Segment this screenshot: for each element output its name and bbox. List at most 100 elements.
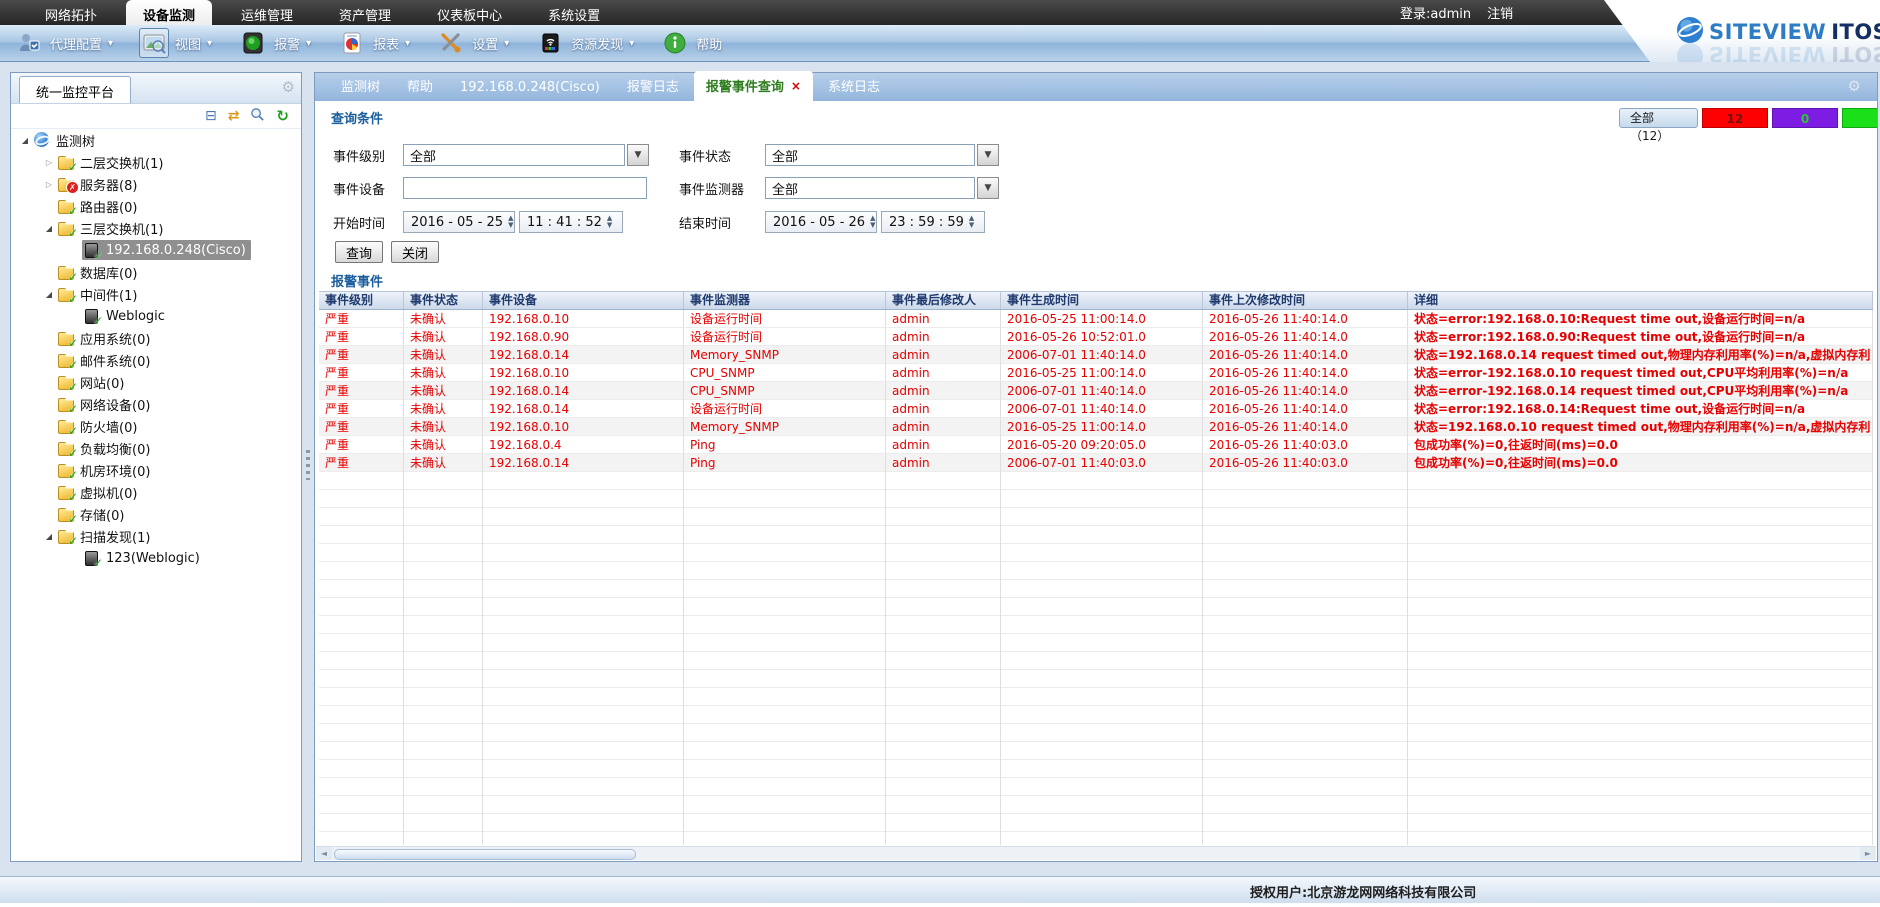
tree-item[interactable]: 应用系统(0) xyxy=(12,327,300,349)
tree-expander-icon[interactable] xyxy=(42,290,56,299)
events-column-header[interactable]: 事件生成时间 xyxy=(1001,292,1203,309)
end-date-spinner[interactable]: 2016 - 05 - 26 ▲▼ xyxy=(765,211,877,233)
report-menu[interactable]: 报表 ▾ xyxy=(337,28,410,58)
spinner-arrows-icon[interactable]: ▲▼ xyxy=(607,215,612,229)
tree-item[interactable]: 网站(0) xyxy=(12,371,300,393)
tree-item[interactable]: 邮件系统(0) xyxy=(12,349,300,371)
tree-expander-icon[interactable] xyxy=(42,158,56,167)
event-row[interactable]: 严重 未确认 192.168.0.14 设备运行时间 admin 2006-07… xyxy=(319,400,1873,418)
tree-expander-icon[interactable] xyxy=(42,224,56,233)
tree-item[interactable]: 路由器(0) xyxy=(12,195,300,217)
tree-item[interactable]: 服务器(8) xyxy=(12,173,300,195)
top-menu-item[interactable]: 仪表板中心 xyxy=(420,0,519,25)
transfer-icon[interactable]: ⇄ xyxy=(228,109,240,123)
collapse-all-icon[interactable]: ⊟ xyxy=(205,109,217,123)
tree-item[interactable]: 机房环境(0) xyxy=(12,459,300,481)
event-row[interactable]: 严重 未确认 192.168.0.10 Memory_SNMP admin 20… xyxy=(319,418,1873,436)
tree-expander-icon[interactable] xyxy=(42,532,56,541)
start-clock-spinner[interactable]: 11 : 41 : 52 ▲▼ xyxy=(519,211,623,233)
tree-expander-icon[interactable] xyxy=(42,180,56,189)
tree-item[interactable]: 123(Weblogic) xyxy=(12,547,300,569)
event-row[interactable]: 严重 未确认 192.168.0.14 Ping admin 2006-07-0… xyxy=(319,454,1873,472)
tree-item[interactable]: 中间件(1) xyxy=(12,283,300,305)
alarm-menu[interactable]: 报警 ▾ xyxy=(238,28,311,58)
dropdown-arrow-icon[interactable]: ▼ xyxy=(977,177,999,199)
top-menu-item[interactable]: 资产管理 xyxy=(322,0,408,25)
event-status-select[interactable]: 全部 xyxy=(765,144,975,166)
panel-splitter[interactable] xyxy=(302,72,314,862)
tree-item[interactable]: 扫描发现(1) xyxy=(12,525,300,547)
view-menu[interactable]: 视图 ▾ xyxy=(139,28,212,58)
tab-close-icon[interactable] xyxy=(791,80,801,92)
events-column-header[interactable]: 事件状态 xyxy=(404,292,483,309)
top-menu-item[interactable]: 运维管理 xyxy=(224,0,310,25)
tree-item[interactable]: 虚拟机(0) xyxy=(12,481,300,503)
event-row[interactable]: 严重 未确认 192.168.0.14 CPU_SNMP admin 2006-… xyxy=(319,382,1873,400)
tree-item[interactable]: 二层交换机(1) xyxy=(12,151,300,173)
scrollbar-thumb[interactable] xyxy=(334,849,636,860)
tree-item[interactable]: 网络设备(0) xyxy=(12,393,300,415)
event-level-select[interactable]: 全部 xyxy=(403,144,625,166)
tree-item[interactable]: 存储(0) xyxy=(12,503,300,525)
badge-all-count[interactable]: 全部（12） xyxy=(1619,108,1698,128)
settings-menu[interactable]: 设置 ▾ xyxy=(436,28,509,58)
events-column-header[interactable]: 事件最后修改人 xyxy=(886,292,1001,309)
tree-item[interactable]: 三层交换机(1) xyxy=(12,217,300,239)
tree-item[interactable]: 数据库(0) xyxy=(12,261,300,283)
refresh-icon[interactable]: ↻ xyxy=(276,109,289,123)
spinner-arrows-icon[interactable]: ▲▼ xyxy=(870,215,875,229)
badge-critical-count[interactable]: 12 xyxy=(1702,108,1768,128)
query-button[interactable]: 查询 xyxy=(335,241,383,263)
tree-icon xyxy=(58,330,75,346)
discovery-menu[interactable]: 资源发现 ▾ xyxy=(535,28,634,58)
spinner-arrows-icon[interactable]: ▲▼ xyxy=(508,215,513,229)
agent-config-menu[interactable]: 代理配置 ▾ xyxy=(14,28,113,58)
end-clock-spinner[interactable]: 23 : 59 : 59 ▲▼ xyxy=(881,211,985,233)
splitter-grip-icon[interactable] xyxy=(306,450,310,480)
event-row[interactable]: 严重 未确认 192.168.0.14 Memory_SNMP admin 20… xyxy=(319,346,1873,364)
event-monitor-select[interactable]: 全部 xyxy=(765,177,975,199)
event-device-input[interactable] xyxy=(403,177,647,199)
top-menu-item[interactable]: 网络拓扑 xyxy=(28,0,114,25)
events-column-header[interactable]: 事件上次修改时间 xyxy=(1203,292,1408,309)
content-tab[interactable]: 报警日志 xyxy=(615,71,691,101)
help-menu[interactable]: 帮助 xyxy=(660,28,722,58)
tree-item-label: 服务器(8) xyxy=(80,175,137,194)
tab-unified-monitoring[interactable]: 统一监控平台 xyxy=(19,76,131,103)
events-column-header[interactable]: 详细 xyxy=(1408,292,1873,309)
search-icon[interactable] xyxy=(250,107,265,125)
event-row[interactable]: 严重 未确认 192.168.0.10 CPU_SNMP admin 2016-… xyxy=(319,364,1873,382)
gear-icon[interactable]: ⚙ xyxy=(1848,79,1861,94)
logout-link[interactable]: 注销 xyxy=(1487,3,1513,22)
top-menu-item[interactable]: 设备监测 xyxy=(126,0,212,25)
content-tab[interactable]: 帮助 xyxy=(395,71,445,101)
events-column-header[interactable]: 事件设备 xyxy=(483,292,684,309)
content-tab[interactable]: 192.168.0.248(Cisco) xyxy=(448,75,612,101)
event-row[interactable]: 严重 未确认 192.168.0.4 Ping admin 2016-05-20… xyxy=(319,436,1873,454)
tree-item[interactable]: Weblogic xyxy=(12,305,300,327)
dropdown-arrow-icon[interactable]: ▼ xyxy=(977,144,999,166)
badge-ok-count[interactable] xyxy=(1842,108,1877,128)
content-tab[interactable]: 系统日志 xyxy=(816,71,892,101)
tree-item[interactable]: 防火墙(0) xyxy=(12,415,300,437)
tree-expander-icon[interactable] xyxy=(18,136,32,145)
tree-item[interactable]: 监测树 xyxy=(12,129,300,151)
start-date-spinner[interactable]: 2016 - 05 - 25 ▲▼ xyxy=(403,211,515,233)
dropdown-arrow-icon[interactable]: ▼ xyxy=(627,144,649,166)
events-column-header[interactable]: 事件级别 xyxy=(319,292,404,309)
scroll-right-icon[interactable]: ► xyxy=(1860,847,1876,860)
top-menu-item[interactable]: 系统设置 xyxy=(531,0,617,25)
close-button[interactable]: 关闭 xyxy=(391,241,439,263)
content-tab[interactable]: 报警事件查询 xyxy=(694,71,813,101)
events-column-header[interactable]: 事件监测器 xyxy=(684,292,886,309)
horizontal-scrollbar[interactable]: ◄ ► xyxy=(316,846,1876,860)
gear-icon[interactable]: ⚙ xyxy=(282,80,295,95)
badge-warning-count[interactable]: 0 xyxy=(1772,108,1838,128)
event-row[interactable]: 严重 未确认 192.168.0.10 设备运行时间 admin 2016-05… xyxy=(319,310,1873,328)
tree-item[interactable]: 负载均衡(0) xyxy=(12,437,300,459)
tree-item[interactable]: 192.168.0.248(Cisco) xyxy=(12,239,300,261)
event-row[interactable]: 严重 未确认 192.168.0.90 设备运行时间 admin 2016-05… xyxy=(319,328,1873,346)
scroll-left-icon[interactable]: ◄ xyxy=(316,847,332,860)
content-tab[interactable]: 监测树 xyxy=(329,71,392,101)
spinner-arrows-icon[interactable]: ▲▼ xyxy=(969,215,974,229)
